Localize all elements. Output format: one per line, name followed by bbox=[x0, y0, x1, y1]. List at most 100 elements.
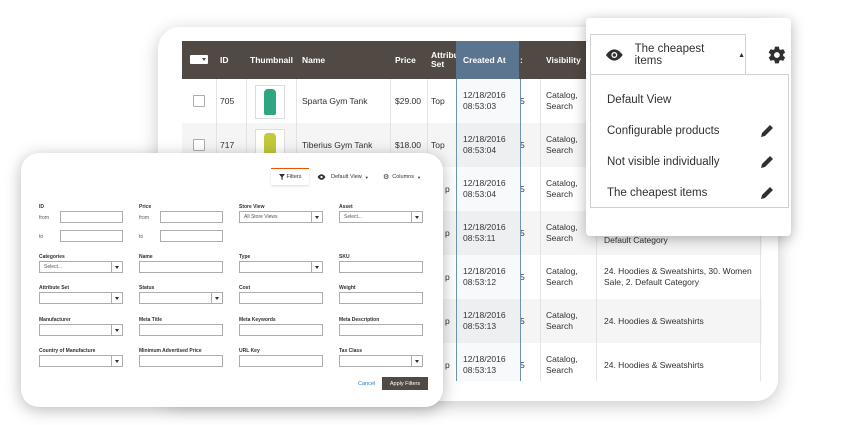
filter-status-label: Status bbox=[139, 285, 155, 291]
column-header-id[interactable]: ID bbox=[220, 41, 229, 79]
filter-sku-label: SKU bbox=[339, 254, 350, 260]
filter-price-label: Price bbox=[139, 204, 152, 210]
apply-filters-button[interactable]: Apply Filters bbox=[382, 377, 428, 390]
filter-meta-description-input[interactable] bbox=[339, 324, 423, 336]
filter-price-from-label: from bbox=[139, 215, 149, 221]
default-view-label: Default View bbox=[331, 174, 362, 180]
column-header-thumbnail[interactable]: Thumbnail bbox=[250, 41, 293, 79]
row-visibility: Catalog, Search bbox=[546, 354, 578, 375]
caret-down-icon: ▼ bbox=[416, 174, 421, 180]
chevron-down-icon bbox=[111, 293, 122, 303]
eye-icon bbox=[317, 174, 326, 180]
view-item-configurable-products[interactable]: Configurable products bbox=[607, 125, 720, 137]
filter-url-key-input[interactable] bbox=[239, 355, 323, 367]
product-thumbnail bbox=[255, 85, 285, 119]
row-created-at: 12/18/2016 08:53:03 bbox=[463, 90, 506, 111]
column-header-truncated[interactable]: : bbox=[520, 41, 523, 79]
pencil-icon[interactable] bbox=[759, 185, 775, 201]
row-created-at: 12/18/2016 08:53:13 bbox=[463, 310, 506, 331]
filter-categories-select[interactable]: Select... bbox=[39, 261, 123, 273]
row-created-at: 12/18/2016 08:53:13 bbox=[463, 354, 506, 375]
current-view-label: The cheapest items bbox=[634, 43, 705, 67]
filter-store-view-label: Store View bbox=[239, 204, 265, 210]
column-divider bbox=[540, 79, 541, 381]
filters-button-label: Filters bbox=[286, 174, 302, 180]
filter-meta-title-label: Meta Title bbox=[139, 317, 162, 323]
row-truncated: 5 bbox=[520, 315, 525, 326]
default-view-button[interactable]: Default View ▼ bbox=[317, 171, 369, 183]
mass-select-dropdown[interactable] bbox=[190, 55, 208, 64]
filter-type-label: Type bbox=[239, 254, 251, 260]
filter-id-from-input[interactable] bbox=[60, 211, 123, 223]
mass-select-cell[interactable] bbox=[182, 41, 216, 79]
filter-store-view-select[interactable]: All Store Views bbox=[239, 211, 323, 223]
column-header-price[interactable]: Price bbox=[395, 41, 416, 79]
row-id: 705 bbox=[220, 95, 235, 106]
filter-attribute-set-select[interactable] bbox=[39, 292, 123, 304]
pencil-icon[interactable] bbox=[759, 154, 775, 170]
views-dropdown-toggle[interactable]: The cheapest items ▲ bbox=[590, 34, 746, 75]
row-visibility: Catalog, Search bbox=[546, 178, 578, 199]
filter-id-to-input[interactable] bbox=[60, 230, 123, 242]
chevron-down-icon bbox=[411, 212, 422, 222]
filter-asset-select[interactable]: Select... bbox=[339, 211, 423, 223]
filter-price-to-input[interactable] bbox=[160, 230, 223, 242]
filter-meta-title-input[interactable] bbox=[139, 324, 223, 336]
row-truncated: 5 bbox=[520, 359, 525, 370]
views-list: Default View Configurable products Not v… bbox=[590, 74, 789, 208]
filters-button[interactable]: Filters bbox=[271, 168, 309, 185]
row-price: $29.00 bbox=[395, 95, 421, 106]
row-truncated: 5 bbox=[520, 139, 525, 150]
filter-price-from-input[interactable] bbox=[160, 211, 223, 223]
filter-weight-input[interactable] bbox=[339, 292, 423, 304]
filter-map-label: Minimum Advertised Price bbox=[139, 348, 202, 354]
filter-name-input[interactable] bbox=[139, 261, 223, 273]
row-checkbox[interactable] bbox=[193, 95, 205, 107]
filter-meta-keywords-input[interactable] bbox=[239, 324, 323, 336]
view-item-not-visible-individually[interactable]: Not visible individually bbox=[607, 156, 720, 168]
column-header-visibility[interactable]: Visibility bbox=[546, 41, 581, 79]
filter-id-to-label: to bbox=[39, 234, 44, 240]
view-item-cheapest-items[interactable]: The cheapest items bbox=[607, 187, 707, 199]
filter-manufacturer-select[interactable] bbox=[39, 324, 123, 336]
view-item-default[interactable]: Default View bbox=[607, 94, 671, 106]
filter-id-from-label: from bbox=[39, 215, 49, 221]
views-dropdown-panel: The cheapest items ▲ Default View Config… bbox=[586, 18, 791, 236]
row-checkbox[interactable] bbox=[193, 139, 205, 151]
pencil-icon[interactable] bbox=[759, 123, 775, 139]
chevron-down-icon bbox=[111, 356, 122, 366]
row-visibility: Catalog, Search bbox=[546, 310, 578, 331]
caret-down-icon: ▼ bbox=[364, 174, 369, 180]
gear-icon: ⚙ bbox=[383, 174, 390, 181]
filter-tax-class-label: Tax Class bbox=[339, 348, 362, 354]
filter-cost-label: Cost bbox=[239, 285, 251, 291]
filters-panel: Filters Default View ▼ ⚙ Columns ▼ ID fr… bbox=[21, 153, 443, 407]
column-header-attribute-set[interactable]: Attribu Set bbox=[431, 41, 459, 79]
column-header-name[interactable]: Name bbox=[302, 41, 325, 79]
row-truncated: 5 bbox=[520, 95, 525, 106]
filter-status-select[interactable] bbox=[139, 292, 223, 304]
filter-map-input[interactable] bbox=[139, 355, 223, 367]
row-visibility: Catalog, Search bbox=[546, 222, 578, 243]
row-created-at: 12/18/2016 08:53:04 bbox=[463, 178, 506, 199]
columns-label: Columns bbox=[392, 174, 414, 180]
gear-icon[interactable] bbox=[767, 45, 787, 65]
filter-country-select[interactable] bbox=[39, 355, 123, 367]
filter-meta-keywords-label: Meta Keywords bbox=[239, 317, 276, 323]
row-name: Sparta Gym Tank bbox=[302, 95, 368, 106]
row-categories: 24. Hoodies & Sweatshirts, 30. Women Sal… bbox=[604, 266, 752, 287]
columns-button[interactable]: ⚙ Columns ▼ bbox=[383, 171, 421, 183]
filter-url-key-label: URL Key bbox=[239, 348, 260, 354]
filter-manufacturer-label: Manufacturer bbox=[39, 317, 71, 323]
chevron-down-icon bbox=[311, 262, 322, 272]
filter-sku-input[interactable] bbox=[339, 261, 423, 273]
column-header-created-at[interactable]: Created At bbox=[456, 41, 519, 79]
filter-tax-class-select[interactable] bbox=[339, 355, 423, 367]
funnel-icon bbox=[278, 174, 285, 180]
filter-attribute-set-label: Attribute Set bbox=[39, 285, 69, 291]
row-visibility: Catalog, Search bbox=[546, 134, 578, 155]
row-categories: 24. Hoodies & Sweatshirts bbox=[604, 315, 704, 326]
filter-type-select[interactable] bbox=[239, 261, 323, 273]
cancel-button[interactable]: Cancel bbox=[358, 381, 375, 387]
filter-cost-input[interactable] bbox=[239, 292, 323, 304]
